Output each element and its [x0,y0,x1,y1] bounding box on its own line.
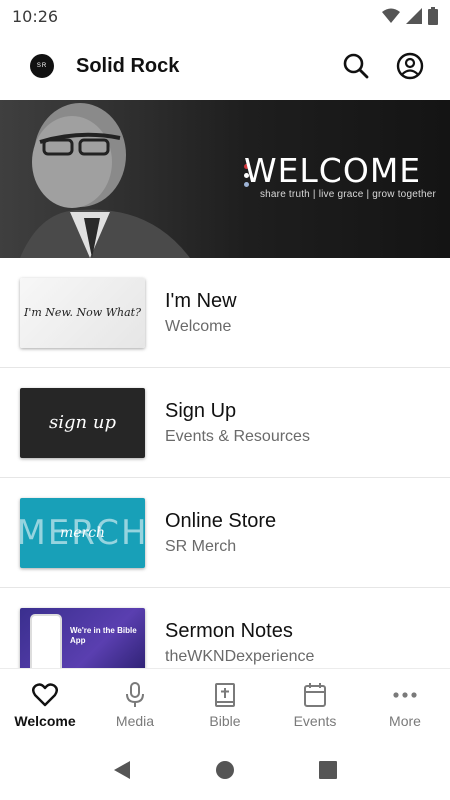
list-item-title: Sermon Notes [165,619,293,642]
welcome-hero-banner[interactable]: WELCOME share truth | live grace | grow … [0,100,450,258]
nav-tab-welcome[interactable]: Welcome [0,669,90,740]
app-bar: SR Solid Rock [0,32,450,100]
system-navigation-bar [0,740,450,800]
content-list[interactable]: I'm New. Now What? I'm New Welcome sign … [0,258,450,668]
recents-button[interactable] [308,750,348,790]
hero-text: WELCOME share truth | live grace | grow … [243,151,436,201]
merch-thumbnail: MERCH merch [20,497,145,568]
list-item-subtitle: SR Merch [165,537,237,555]
nav-label: Media [115,712,155,729]
account-icon [396,52,424,80]
microphone-icon [126,681,144,707]
calendar-icon [304,682,326,707]
home-circle-icon [215,761,234,779]
pastor-photo [20,103,190,258]
profile-button[interactable] [390,46,430,86]
bible-icon [215,682,235,707]
im-new-thumbnail-text: I'm New. Now What? [24,306,141,319]
list-item-subtitle: Welcome [165,317,232,335]
list-item-subtitle: Events & Resources [165,427,310,445]
wifi-icon [382,8,400,23]
app-title: Solid Rock [76,54,180,77]
cellular-signal-icon [406,8,422,24]
heart-icon [32,682,58,706]
sermon-thumbnail-text: We're in the Bible App [70,625,137,645]
nav-tab-bible[interactable]: Bible [180,669,270,740]
list-item-title: Online Store [165,509,277,532]
list-item-title: Sign Up [165,399,237,422]
battery-icon [428,7,438,25]
more-dots-icon [393,691,417,698]
search-icon [343,53,369,79]
nav-label: Welcome [14,712,76,729]
back-triangle-icon [113,761,130,779]
hero-title: WELCOME [243,151,422,190]
list-item-online-store[interactable]: MERCH merch Online Store SR Merch [0,478,450,588]
im-new-thumbnail: I'm New. Now What? [20,277,145,348]
nav-label: Events [293,712,337,729]
list-item-sermon-notes[interactable]: We're in the Bible App Sermon Notes theW… [0,588,450,668]
nav-tab-more[interactable]: More [360,669,450,740]
merch-thumbnail-text: merch [59,524,106,541]
list-item-subtitle: theWKNDexperience [165,647,315,665]
list-item-title: I'm New [165,289,237,312]
home-button[interactable] [205,750,245,790]
back-button[interactable] [102,750,142,790]
nav-tab-media[interactable]: Media [90,669,180,740]
sign-up-thumbnail-text: sign up [49,412,116,433]
phone-graphic [30,613,62,668]
sermon-notes-thumbnail: We're in the Bible App [20,607,145,668]
hero-subtitle: share truth | live grace | grow together [259,189,436,200]
list-item-sign-up[interactable]: sign up Sign Up Events & Resources [0,368,450,478]
sign-up-thumbnail: sign up [20,387,145,458]
status-time: 10:26 [12,6,59,26]
nav-label: More [389,712,421,729]
search-button[interactable] [336,46,376,86]
list-item-im-new[interactable]: I'm New. Now What? I'm New Welcome [0,258,450,368]
nav-tab-events[interactable]: Events [270,669,360,740]
status-icons [382,7,438,25]
recents-square-icon [319,761,338,779]
church-logo: SR [30,54,54,78]
status-bar: 10:26 [0,0,450,32]
bottom-navigation: Welcome Media Bible Events More [0,668,450,740]
nav-label: Bible [209,712,241,729]
